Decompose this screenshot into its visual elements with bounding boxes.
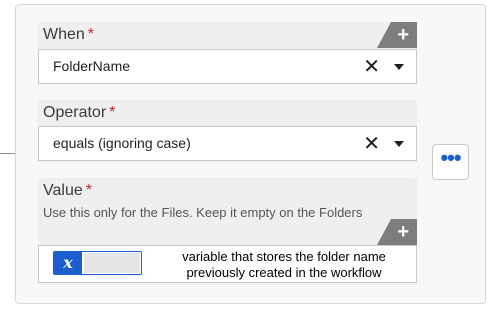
when-label: When * (43, 25, 94, 45)
operator-select[interactable]: equals (ignoring case) ✕ (38, 126, 417, 161)
ellipsis-icon: ••• (440, 145, 461, 170)
close-icon[interactable]: ✕ (363, 132, 380, 156)
operator-value: equals (ignoring case) (53, 135, 191, 151)
chevron-down-icon[interactable] (394, 64, 404, 70)
plus-icon: + (397, 24, 409, 46)
value-label: Value * (43, 181, 92, 201)
value-input[interactable]: x variable that stores the folder name p… (38, 245, 417, 283)
more-options-button[interactable]: ••• (432, 144, 469, 180)
add-value-button[interactable]: + (377, 219, 417, 245)
plus-icon: + (397, 221, 409, 243)
variable-icon: x (54, 252, 82, 274)
when-label-text: When (43, 26, 85, 43)
operator-label-text: Operator (43, 104, 107, 121)
required-mark: * (87, 26, 95, 43)
when-select[interactable]: FolderName ✕ (38, 49, 417, 84)
add-when-button[interactable]: + (377, 22, 417, 48)
chevron-down-icon[interactable] (394, 141, 404, 147)
required-mark: * (109, 104, 116, 121)
variable-annotation: variable that stores the folder name pre… (182, 249, 386, 280)
value-hint: Use this only for the Files. Keep it emp… (43, 205, 363, 220)
value-label-text: Value (43, 182, 83, 199)
condition-editor: When * + FolderName ✕ Operator * equals (i… (0, 0, 496, 315)
required-mark: * (85, 182, 92, 199)
variable-token[interactable]: x (53, 251, 142, 275)
variable-name-redacted (84, 253, 140, 273)
operator-label: Operator * (43, 103, 115, 123)
close-icon[interactable]: ✕ (363, 55, 380, 79)
connector-line (0, 153, 15, 154)
when-value: FolderName (53, 58, 131, 74)
